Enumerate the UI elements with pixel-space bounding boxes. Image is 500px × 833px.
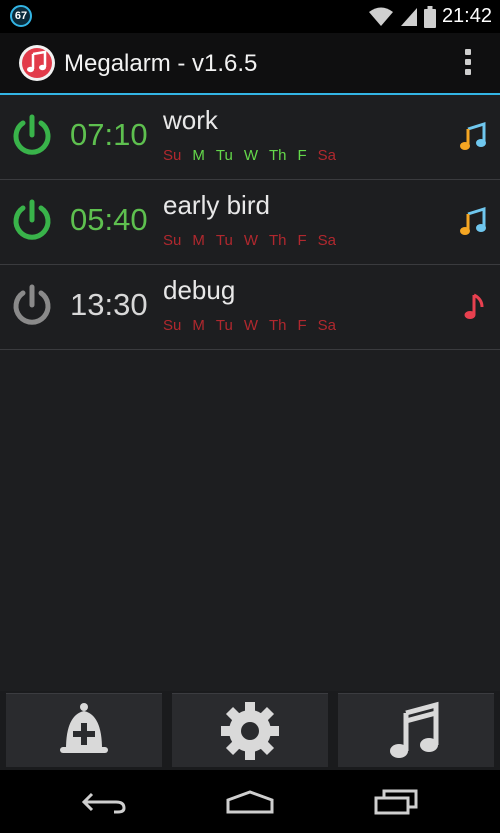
day-tu: Tu [215,317,233,334]
day-su: Su [163,147,182,164]
music-button[interactable] [338,693,494,767]
alarm-row[interactable]: 07:10 work Su M Tu W Th F Sa [0,95,500,180]
home-button[interactable] [220,784,280,820]
day-tu: Tu [215,147,233,164]
day-m: M [192,232,205,249]
app-title: Megalarm - v1.6.5 [64,50,258,77]
alarm-time[interactable]: 13:30 [70,287,148,323]
music-note-multicolor-icon[interactable] [458,204,488,238]
recents-icon [374,789,418,815]
notification-badge: 67 [10,5,32,27]
day-w: W [243,147,258,164]
music-note-app-icon[interactable] [18,44,56,82]
home-icon [226,790,274,814]
alarm-days: Su M Tu W Th F Sa [163,232,347,249]
alarm-list: 07:10 work Su M Tu W Th F Sa 05:40 early… [0,95,500,350]
wifi-icon [368,7,393,26]
action-bar: Megalarm - v1.6.5 [0,33,500,95]
alarm-time[interactable]: 05:40 [70,202,148,238]
music-note-red-icon[interactable] [458,289,488,323]
battery-icon [423,5,436,28]
alarm-days: Su M Tu W Th F Sa [163,147,347,164]
alarm-time[interactable]: 07:10 [70,117,148,153]
day-sa: Sa [317,147,337,164]
day-th: Th [268,232,287,249]
day-w: W [243,317,258,334]
power-toggle-icon[interactable] [10,113,54,157]
alarm-row[interactable]: 13:30 debug Su M Tu W Th F Sa [0,265,500,350]
music-icon [390,701,439,758]
day-f: F [297,232,307,249]
day-m: M [192,317,205,334]
power-toggle-icon[interactable] [10,283,54,327]
alarm-name[interactable]: debug [163,275,235,306]
alarm-row[interactable]: 05:40 early bird Su M Tu W Th F Sa [0,180,500,265]
day-m: M [192,147,205,164]
back-button[interactable] [74,784,134,820]
overflow-menu-icon[interactable] [464,49,472,77]
day-su: Su [163,232,182,249]
day-sa: Sa [317,317,337,334]
day-w: W [243,232,258,249]
day-su: Su [163,317,182,334]
alarm-name[interactable]: early bird [163,190,270,221]
day-tu: Tu [215,232,233,249]
recents-button[interactable] [366,784,426,820]
bottom-toolbar [0,691,500,770]
navigation-bar [0,770,500,833]
alarm-name[interactable]: work [163,105,218,136]
day-f: F [297,317,307,334]
day-sa: Sa [317,232,337,249]
status-time: 21:42 [441,5,492,27]
alarm-days: Su M Tu W Th F Sa [163,317,347,334]
day-f: F [297,147,307,164]
day-th: Th [268,317,287,334]
power-toggle-icon[interactable] [10,198,54,242]
add-alarm-bell-icon [60,702,108,753]
cell-signal-icon [400,7,417,26]
back-icon [81,792,126,814]
status-bar: 67 21:42 [0,0,500,33]
settings-button[interactable] [172,693,328,767]
day-th: Th [268,147,287,164]
settings-gear-icon [221,701,279,760]
add-alarm-button[interactable] [6,693,162,767]
music-note-multicolor-icon[interactable] [458,119,488,153]
